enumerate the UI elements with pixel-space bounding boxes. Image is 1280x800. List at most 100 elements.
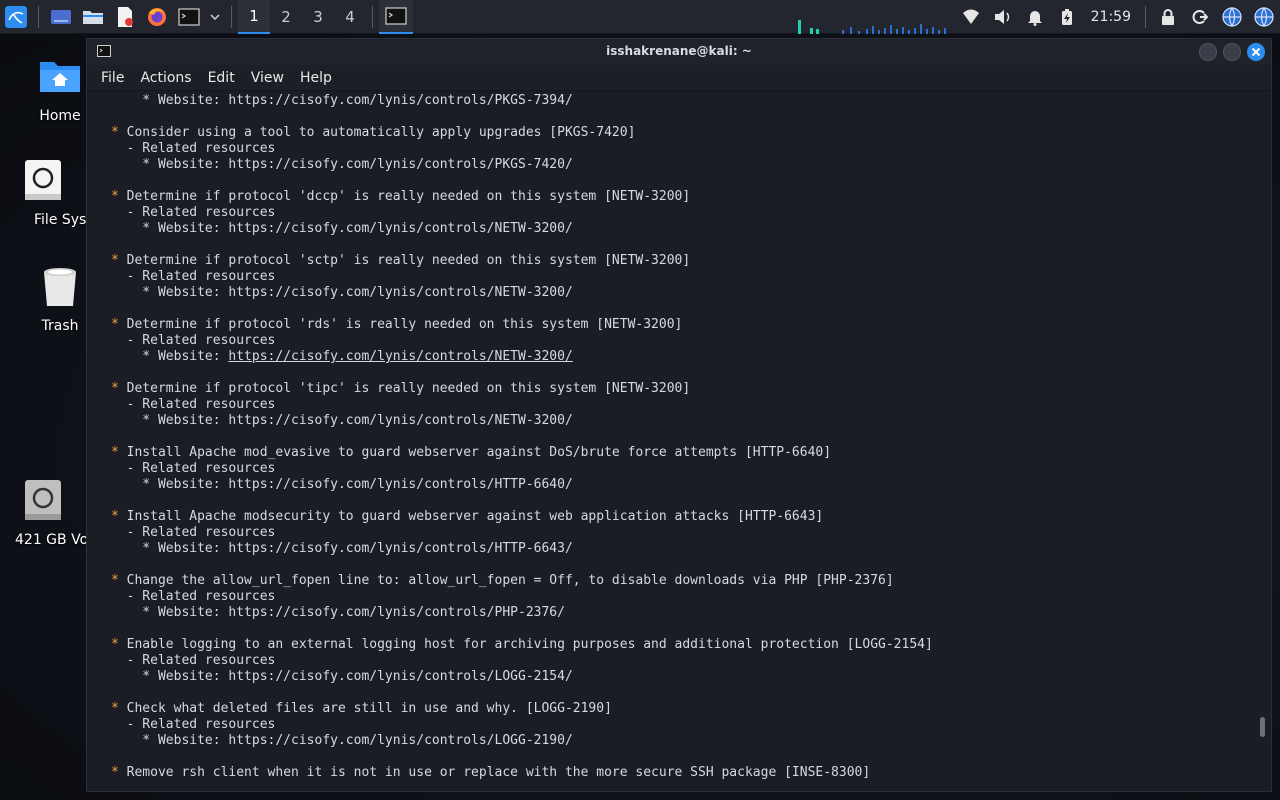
suggestion-text: Determine if protocol 'dccp' is really n… [126, 189, 691, 204]
bullet-star: * [111, 253, 127, 268]
workspace-2[interactable]: 2 [270, 0, 302, 34]
vpn-status-button[interactable] [1216, 0, 1248, 34]
text-editor-launcher[interactable] [109, 0, 141, 34]
website-line[interactable]: * Website: https://cisofy.com/lynis/cont… [111, 413, 1271, 429]
website-line[interactable]: * Website: https://cisofy.com/lynis/cont… [111, 477, 1271, 493]
desktop-icon-volume[interactable]: 421 GB Volume [0, 478, 86, 548]
kali-menu-button[interactable] [0, 0, 32, 34]
workspace-4[interactable]: 4 [334, 0, 366, 34]
menu-file[interactable]: File [93, 70, 132, 86]
output-line: * Website: https://cisofy.com/lynis/cont… [111, 93, 573, 108]
bullet-star: * [111, 637, 127, 652]
workspace-1[interactable]: 1 [238, 0, 270, 34]
terminal-icon [178, 7, 200, 26]
terminal-launcher[interactable] [173, 0, 205, 34]
wifi-icon [962, 9, 979, 24]
globe-icon [1222, 7, 1242, 28]
menu-view[interactable]: View [243, 70, 292, 86]
taskbar-terminal-window[interactable] [379, 0, 413, 34]
related-resources-line: - Related resources [111, 589, 276, 604]
show-desktop-button[interactable] [45, 0, 77, 34]
terminal-dropdown-button[interactable] [205, 0, 225, 34]
website-line[interactable]: * Website: https://cisofy.com/lynis/cont… [111, 285, 1271, 301]
bullet-star: * [111, 189, 127, 204]
website-line: * Website: https://cisofy.com/lynis/cont… [111, 349, 1271, 365]
workspace-3[interactable]: 3 [302, 0, 334, 34]
file-manager-launcher[interactable] [77, 0, 109, 34]
suggestion-item: * Check what deleted files are still in … [111, 701, 1271, 765]
suggestion-text: Change the allow_url_fopen line to: allo… [126, 573, 894, 588]
menu-actions[interactable]: Actions [132, 70, 199, 86]
folder-icon [83, 10, 103, 24]
suggestion-list: * Consider using a tool to automatically… [111, 125, 1271, 781]
terminal-output[interactable]: * Website: https://cisofy.com/lynis/cont… [87, 91, 1271, 791]
battery-charging-icon [1061, 9, 1072, 25]
logout-button[interactable] [1184, 0, 1216, 34]
suggestion-item: * Install Apache mod_evasive to guard we… [111, 445, 1271, 509]
suggestion-text: Install Apache mod_evasive to guard webs… [126, 445, 832, 460]
website-line[interactable]: * Website: https://cisofy.com/lynis/cont… [111, 605, 1271, 621]
panel-separator [231, 5, 232, 28]
bullet-star: * [111, 381, 127, 396]
window-titlebar[interactable]: isshakrenane@kali: ~ [87, 39, 1271, 65]
volume-icon [994, 10, 1009, 24]
clock[interactable]: 21:59 [1083, 9, 1139, 25]
notifications-button[interactable] [1019, 0, 1051, 34]
suggestion-item: * Determine if protocol 'tipc' is really… [111, 381, 1271, 445]
network-status-button[interactable] [1248, 0, 1280, 34]
website-link-hovered[interactable]: https://cisofy.com/lynis/controls/NETW-3… [228, 349, 572, 364]
power-manager-button[interactable] [1051, 0, 1083, 34]
bullet-star: * [111, 573, 127, 588]
website-line[interactable]: * Website: https://cisofy.com/lynis/cont… [111, 733, 1271, 749]
window-title: isshakrenane@kali: ~ [606, 44, 752, 58]
panel-separator [1145, 6, 1146, 28]
suggestion-item: * Install Apache modsecurity to guard we… [111, 509, 1271, 573]
chevron-down-icon [210, 13, 220, 20]
bullet-star: * [111, 125, 127, 140]
firefox-launcher[interactable] [141, 0, 173, 34]
desktop-icon-filesystem[interactable]: File System [0, 158, 86, 228]
network-button[interactable] [955, 0, 987, 34]
website-line[interactable]: * Website: https://cisofy.com/lynis/cont… [111, 221, 1271, 237]
suggestion-item: * Determine if protocol 'dccp' is really… [111, 189, 1271, 253]
cpu-graph-widget[interactable] [798, 18, 952, 34]
suggestion-item: * Determine if protocol 'sctp' is really… [111, 253, 1271, 317]
suggestion-text: Remove rsh client when it is not in use … [126, 765, 871, 780]
volume-button[interactable] [987, 0, 1019, 34]
scrollbar-thumb[interactable] [1260, 717, 1265, 737]
trash-icon [44, 268, 76, 306]
minimize-button[interactable] [1199, 43, 1217, 61]
bullet-star: * [111, 765, 127, 780]
suggestion-text: Determine if protocol 'rds' is really ne… [126, 317, 683, 332]
website-line[interactable]: * Website: https://cisofy.com/lynis/cont… [111, 541, 1271, 557]
desktop-icon [51, 9, 71, 24]
suggestion-text: Consider using a tool to automatically a… [126, 125, 636, 140]
top-panel: 1 2 3 4 21:59 [0, 0, 1280, 34]
suggestion-item: * Consider using a tool to automatically… [111, 125, 1271, 189]
close-button[interactable] [1247, 43, 1265, 61]
suggestion-item: * Change the allow_url_fopen line to: al… [111, 573, 1271, 637]
website-line[interactable]: * Website: https://cisofy.com/lynis/cont… [111, 669, 1271, 685]
firefox-icon [148, 7, 166, 26]
terminal-icon [385, 6, 407, 25]
desktop-icon-label: File System [34, 212, 86, 228]
menu-edit[interactable]: Edit [200, 70, 243, 86]
website-line[interactable]: * Website: https://cisofy.com/lynis/cont… [111, 157, 1271, 173]
suggestion-text: Determine if protocol 'sctp' is really n… [126, 253, 691, 268]
related-resources-line: - Related resources [111, 397, 276, 412]
text-editor-icon [118, 6, 133, 27]
panel-separator [38, 5, 39, 28]
kali-dragon-icon [5, 5, 27, 28]
bullet-star: * [111, 701, 127, 716]
lock-screen-button[interactable] [1152, 0, 1184, 34]
related-resources-line: - Related resources [111, 461, 276, 476]
bullet-star: * [111, 317, 127, 332]
related-resources-line: - Related resources [111, 269, 276, 284]
related-resources-line: - Related resources [111, 205, 276, 220]
suggestion-item: * Determine if protocol 'rds' is really … [111, 317, 1271, 381]
desktop-icon-label: 421 GB Volume [15, 532, 86, 548]
bullet-star: * [111, 445, 127, 460]
lock-icon [1162, 9, 1174, 25]
maximize-button[interactable] [1223, 43, 1241, 61]
menu-help[interactable]: Help [292, 70, 340, 86]
